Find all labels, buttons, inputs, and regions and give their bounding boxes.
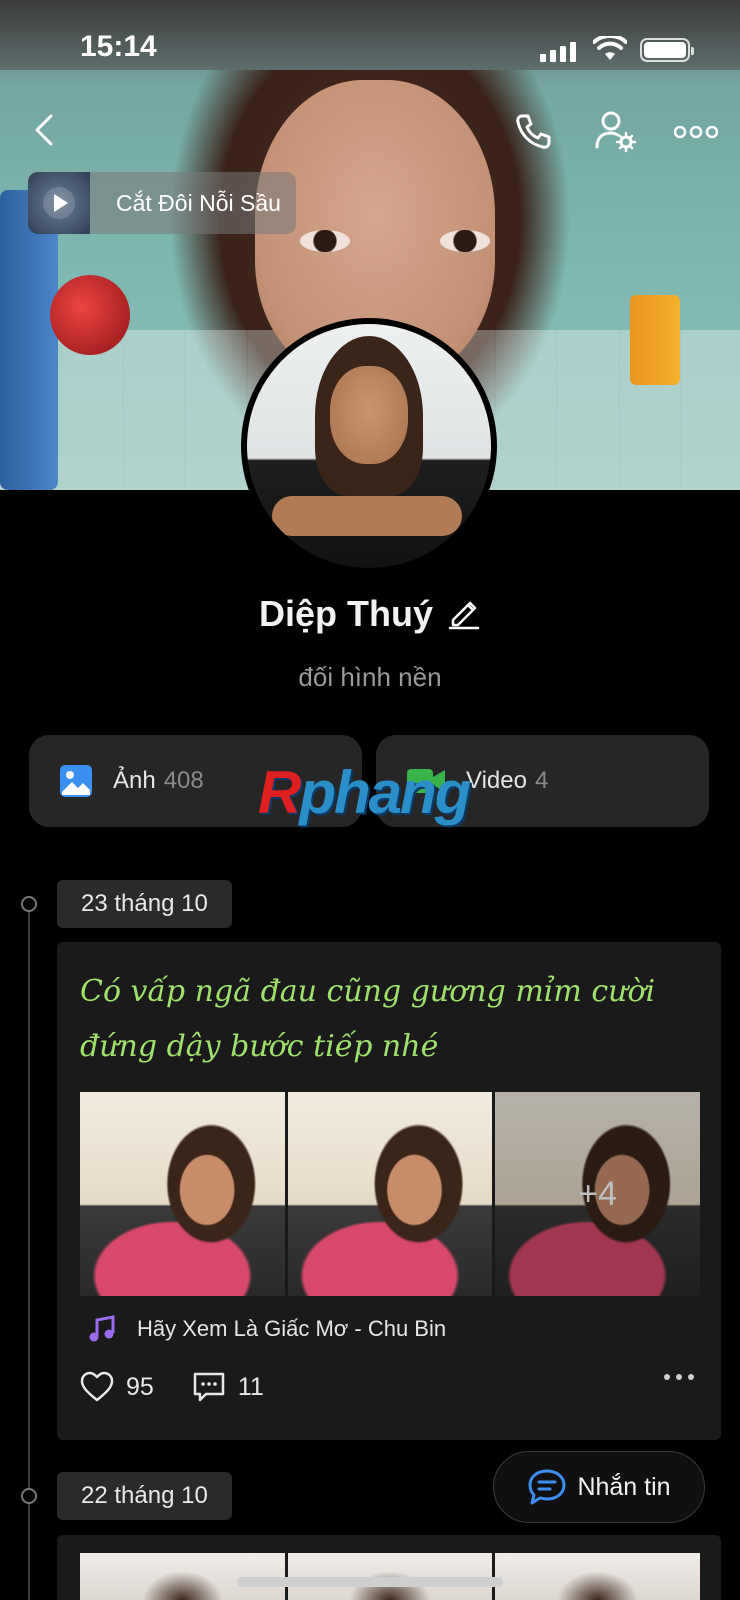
photos-tab-count: 408 — [163, 767, 204, 794]
edit-name-icon[interactable] — [447, 592, 481, 635]
comment-icon — [193, 1372, 225, 1402]
back-icon[interactable] — [22, 108, 66, 152]
more-photos-count: +4 — [578, 1174, 618, 1213]
profile-name-row: Diệp Thuý — [0, 592, 740, 635]
profile-name: Diệp Thuý — [258, 592, 433, 634]
status-time: 15:14 — [80, 30, 157, 63]
phone-call-icon[interactable] — [508, 108, 558, 156]
post-photo[interactable] — [287, 1092, 493, 1296]
music-thumbnail — [28, 172, 90, 234]
more-options-icon[interactable] — [672, 112, 720, 152]
watermark-logo: Rphang — [258, 759, 471, 826]
send-message-label: Nhắn tin — [577, 1472, 671, 1501]
photos-tab-label: Ảnh — [113, 767, 156, 794]
cover-eye — [440, 230, 490, 252]
user-settings-icon[interactable] — [590, 106, 640, 156]
post-song-title: Hãy Xem Là Giấc Mơ - Chu Bin — [137, 1316, 447, 1341]
like-count: 95 — [126, 1372, 154, 1401]
status-bar: 15:14 — [0, 0, 740, 95]
post-photo[interactable] — [495, 1553, 701, 1600]
post-photo-grid: +4 — [80, 1092, 701, 1296]
cover-cup — [630, 295, 680, 385]
home-indicator[interactable] — [237, 1577, 503, 1587]
timeline-post[interactable] — [57, 1535, 721, 1600]
post-photo[interactable] — [80, 1092, 285, 1296]
cover-eye — [300, 230, 350, 252]
heart-icon — [80, 1371, 114, 1402]
cover-music-player[interactable]: Cắt Đôi Nỗi Sầu — [28, 172, 296, 234]
profile-avatar[interactable] — [241, 318, 497, 574]
wifi-icon — [593, 36, 627, 60]
timeline-dot — [21, 896, 37, 912]
cover-ball — [50, 275, 130, 355]
timeline-date: 22 tháng 10 — [57, 1472, 232, 1520]
timeline-dot — [21, 1488, 37, 1504]
comment-button[interactable]: 11 — [192, 1371, 264, 1403]
videos-tab-label: Video — [466, 767, 527, 794]
timeline-post[interactable]: Có vấp ngã đau cũng gương mỉm cười đứng … — [57, 942, 721, 1440]
cellular-signal-icon — [540, 42, 576, 62]
videos-tab-count: 4 — [534, 767, 549, 794]
post-more-icon[interactable] — [664, 1374, 694, 1380]
post-actions: 95 11 — [80, 1362, 700, 1412]
comment-count: 11 — [237, 1372, 264, 1401]
change-cover-link[interactable]: đối hình nền — [0, 662, 740, 693]
chat-bubble-icon — [528, 1469, 566, 1505]
send-message-button[interactable]: Nhắn tin — [493, 1451, 705, 1523]
battery-icon — [640, 38, 694, 62]
post-photo-more[interactable]: +4 — [495, 1092, 701, 1296]
post-caption: Có vấp ngã đau cũng gương mỉm cười đứng … — [80, 974, 656, 1064]
photo-icon — [60, 765, 92, 797]
post-song[interactable]: Hãy Xem Là Giấc Mơ - Chu Bin — [87, 1314, 446, 1344]
cover-water-bottle — [0, 190, 58, 490]
timeline-date: 23 tháng 10 — [57, 880, 232, 928]
play-icon — [43, 187, 75, 219]
like-button[interactable]: 95 — [80, 1371, 154, 1403]
music-note-icon — [89, 1315, 115, 1342]
music-title: Cắt Đôi Nỗi Sầu — [116, 189, 281, 216]
